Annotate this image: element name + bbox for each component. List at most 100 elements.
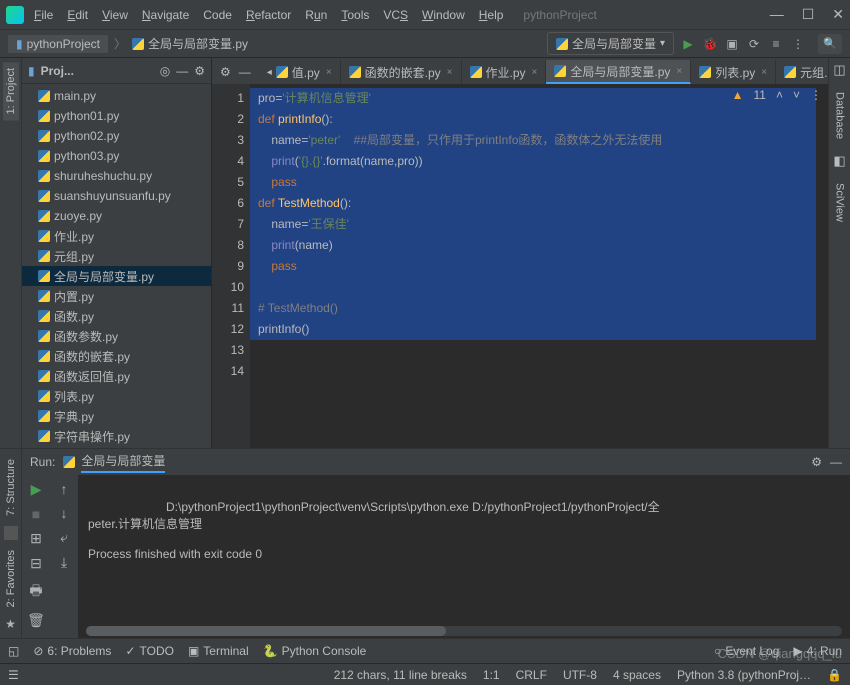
code-line[interactable]: print('{}.{}'.format(name,pro))	[258, 151, 828, 172]
tree-item[interactable]: zuoye.py	[22, 206, 211, 226]
line-number[interactable]: 6	[212, 193, 244, 214]
code-line[interactable]: printInfo()	[258, 319, 828, 340]
database-icon[interactable]: ◫	[833, 62, 845, 78]
menu-navigate[interactable]: Navigate	[142, 8, 189, 22]
code-editor[interactable]: ▲ 11 ˄ ˅ ⋮ 1234567891011121314 pro='计算机信…	[212, 84, 828, 448]
close-tab-icon[interactable]: ×	[676, 66, 682, 77]
scroll-to-end-button[interactable]: ⤓	[61, 554, 67, 571]
code-line[interactable]: name='王保佳'	[258, 214, 828, 235]
editor-tab[interactable]: 列表.py×	[691, 60, 776, 84]
status-indent[interactable]: 4 spaces	[613, 668, 661, 682]
rerun-button[interactable]: ▶	[31, 481, 42, 498]
tree-item[interactable]: python01.py	[22, 106, 211, 126]
menu-edit[interactable]: Edit	[67, 8, 88, 22]
code-line[interactable]: def printInfo():	[258, 109, 828, 130]
line-number[interactable]: 11	[212, 298, 244, 319]
delete-button[interactable]: 🗑	[27, 612, 45, 629]
close-tab-icon[interactable]: ×	[532, 67, 538, 78]
code-line[interactable]: # TestMethod()	[258, 298, 828, 319]
minimize-button[interactable]: —	[770, 6, 784, 23]
tree-item[interactable]: main.py	[22, 86, 211, 106]
select-opened-file-icon[interactable]: ◎	[160, 64, 170, 78]
run-configuration-selector[interactable]: 全局与局部变量 ▾	[547, 32, 674, 55]
editor-gutter[interactable]: 1234567891011121314	[212, 84, 250, 448]
tree-item-external-libraries[interactable]: ▸ ⊞ External Libraries	[22, 446, 211, 448]
structure-icon[interactable]	[4, 526, 18, 540]
tool-windows-button[interactable]: ☰	[8, 668, 19, 682]
line-number[interactable]: 2	[212, 109, 244, 130]
editor-inspection-widget[interactable]: ▲ 11 ˄ ˅ ⋮	[732, 88, 822, 102]
editor-tab[interactable]: 全局与局部变量.py×	[546, 60, 691, 84]
more-button[interactable]: ⋮	[790, 36, 806, 52]
tree-item[interactable]: 函数的嵌套.py	[22, 346, 211, 366]
tree-item[interactable]: python02.py	[22, 126, 211, 146]
run-hide-icon[interactable]: —	[830, 455, 842, 469]
collapse-all-icon[interactable]: —	[176, 64, 188, 78]
close-tab-icon[interactable]: ×	[447, 67, 453, 78]
stop-button[interactable]: ■	[32, 506, 40, 522]
settings-icon[interactable]: ⚙	[194, 64, 205, 78]
run-tab-title[interactable]: 全局与局部变量	[81, 452, 165, 473]
menu-file[interactable]: File	[34, 8, 53, 22]
code-line[interactable]	[258, 382, 828, 403]
tool-tab-terminal[interactable]: ▣Terminal	[188, 644, 249, 658]
status-line-separator[interactable]: CRLF	[516, 668, 547, 682]
code-line[interactable]	[258, 361, 828, 382]
line-number[interactable]: 9	[212, 256, 244, 277]
search-everywhere-button[interactable]: 🔍	[818, 34, 842, 54]
editor-tab[interactable]: 函数的嵌套.py×	[341, 60, 462, 84]
tree-item[interactable]: suanshuyunsuanfu.py	[22, 186, 211, 206]
tree-item[interactable]: 元组.py	[22, 246, 211, 266]
line-number[interactable]: 3	[212, 130, 244, 151]
close-button[interactable]: ✕	[832, 6, 844, 23]
scroll-down-button[interactable]: ↓	[61, 505, 68, 521]
run-console-output[interactable]: D:\pythonProject1\pythonProject\venv\Scr…	[78, 475, 850, 638]
maximize-button[interactable]: ☐	[802, 6, 815, 23]
tree-item[interactable]: 函数返回值.py	[22, 366, 211, 386]
menu-refactor[interactable]: Refactor	[246, 8, 291, 22]
run-settings-icon[interactable]: ⚙	[811, 455, 822, 469]
menu-help[interactable]: Help	[479, 8, 504, 22]
code-line[interactable]	[258, 277, 828, 298]
tool-tab-python-console[interactable]: 🐍Python Console	[263, 644, 367, 658]
status-interpreter[interactable]: Python 3.8 (pythonProj…	[677, 668, 811, 682]
menu-code[interactable]: Code	[203, 8, 232, 22]
tool-tab-project[interactable]: 1: Project	[3, 62, 19, 120]
tool-tab-database[interactable]: Database	[832, 86, 848, 145]
favorites-icon[interactable]: ★	[4, 617, 18, 631]
coverage-button[interactable]: ▣	[724, 36, 740, 52]
line-number[interactable]: 1	[212, 88, 244, 109]
code-line[interactable]	[258, 340, 828, 361]
concurrency-button[interactable]: ≡	[768, 36, 784, 52]
editor-tab[interactable]: 元组.py×▸	[776, 60, 828, 84]
line-number[interactable]: 10	[212, 277, 244, 298]
code-line[interactable]: pass	[258, 172, 828, 193]
tool-window-quick-access-icon[interactable]: ◱	[8, 644, 19, 658]
tree-item[interactable]: 函数.py	[22, 306, 211, 326]
menu-window[interactable]: Window	[422, 8, 465, 22]
tool-tab-problems[interactable]: ⊘6: Problems	[33, 644, 111, 658]
project-view-title[interactable]: Proj...	[41, 64, 154, 78]
scroll-up-button[interactable]: ↑	[61, 481, 68, 497]
layout-button-1[interactable]: ⊞	[30, 530, 42, 547]
editor-hide-icon[interactable]: —	[239, 65, 251, 79]
status-caret-position[interactable]: 1:1	[483, 668, 500, 682]
breadcrumb-project[interactable]: ▮pythonProject	[8, 35, 108, 53]
tree-item[interactable]: 全局与局部变量.py	[22, 266, 211, 286]
tool-tab-favorites[interactable]: 2: Favorites	[3, 544, 19, 613]
layout-button-2[interactable]: ⊟	[30, 555, 42, 572]
line-number[interactable]: 4	[212, 151, 244, 172]
inspection-more-icon[interactable]: ⋮	[810, 88, 822, 102]
code-line[interactable]: pass	[258, 256, 828, 277]
menu-view[interactable]: View	[102, 8, 128, 22]
tool-tab-structure[interactable]: 7: Structure	[3, 453, 19, 522]
line-number[interactable]: 12	[212, 319, 244, 340]
menu-run[interactable]: Run	[305, 8, 327, 22]
tool-tab-todo[interactable]: ✓TODO	[125, 644, 174, 658]
soft-wrap-button[interactable]: ⤶	[60, 529, 68, 546]
sciview-icon[interactable]: ◧	[833, 153, 845, 169]
print-button[interactable]: 🖶	[29, 580, 42, 604]
tree-item[interactable]: 字符串操作.py	[22, 426, 211, 446]
editor-tab[interactable]: 作业.py×	[462, 60, 547, 84]
editor-tab[interactable]: ◂值.py×	[259, 60, 341, 84]
